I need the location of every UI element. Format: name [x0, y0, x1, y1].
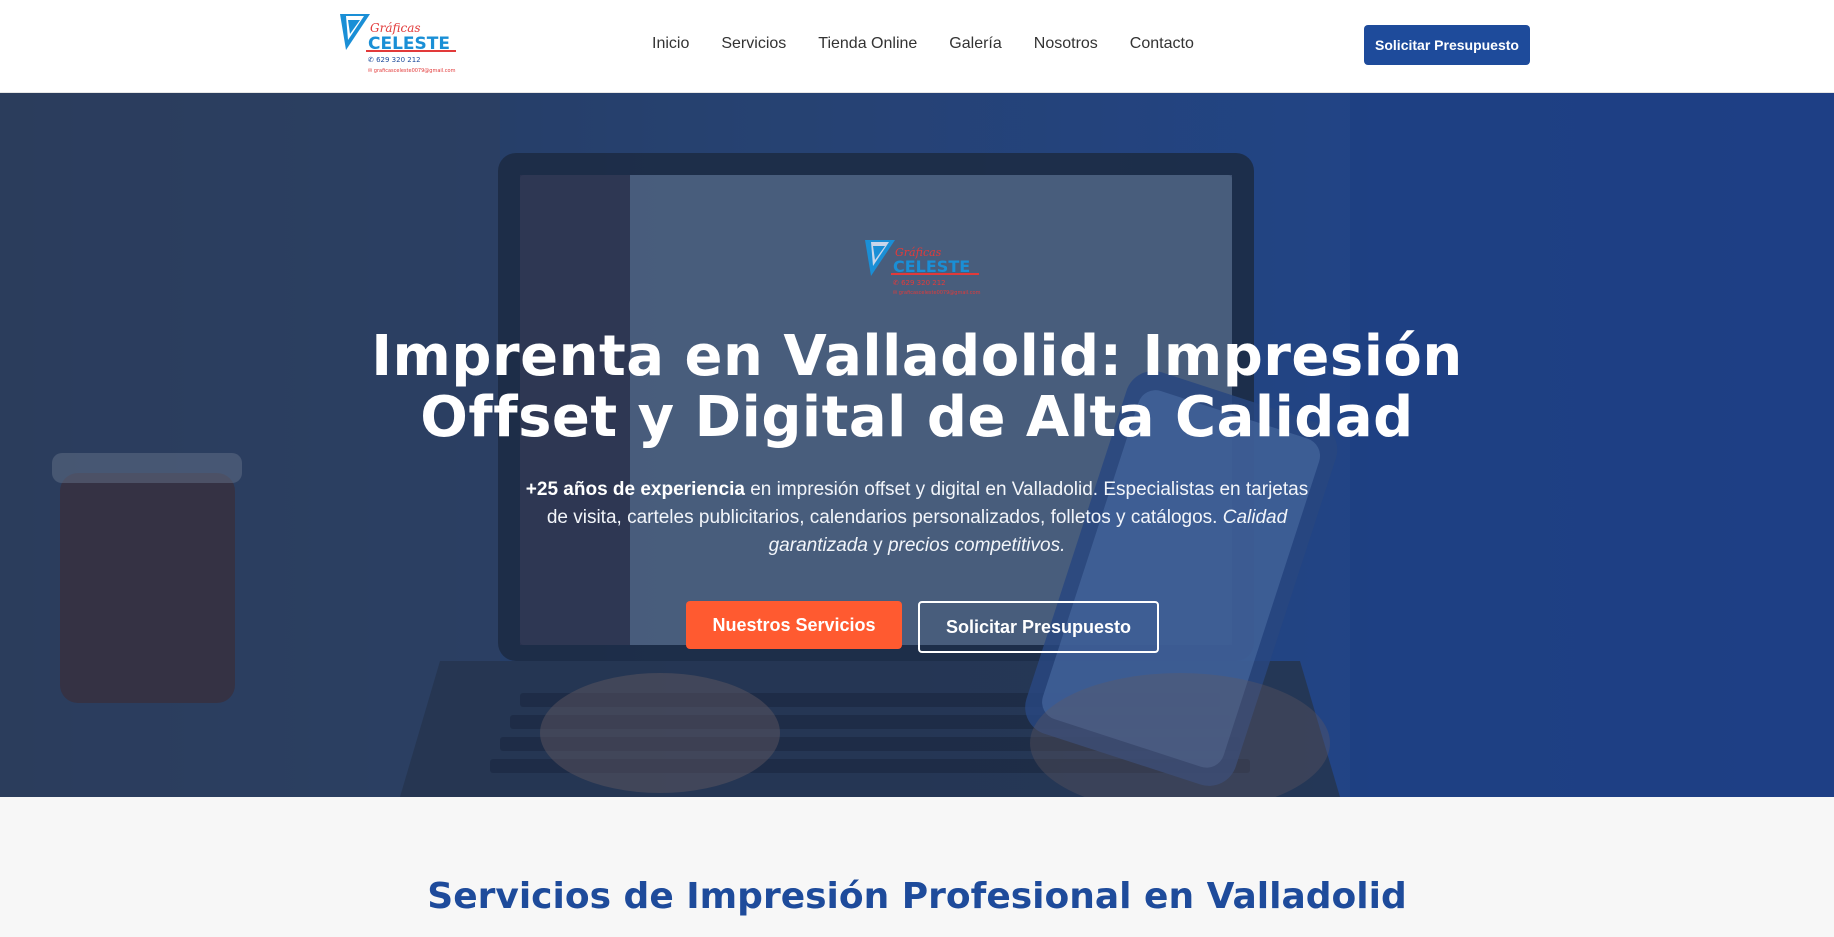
nav-galeria[interactable]: Galería: [949, 32, 1001, 56]
hero-sub-join: y: [867, 535, 888, 556]
services-section: Servicios de Impresión Profesional en Va…: [0, 797, 1834, 937]
nav-inicio[interactable]: Inicio: [652, 32, 689, 56]
main-nav: Inicio Servicios Tienda Online Galería N…: [652, 32, 1226, 56]
svg-text:✉ graficasceleste0079@gmail.co: ✉ graficasceleste0079@gmail.com: [893, 290, 981, 296]
header-quote-button[interactable]: Solicitar Presupuesto: [1364, 25, 1530, 65]
svg-text:✉ graficasceleste0079@gmail.co: ✉ graficasceleste0079@gmail.com: [368, 68, 456, 74]
hero-sub-bold: +25 años de experiencia: [525, 479, 745, 500]
nav-contacto[interactable]: Contacto: [1130, 32, 1194, 56]
site-header: Gráficas CELESTE ✆ 629 320 212 ✉ grafica…: [0, 0, 1834, 93]
svg-text:✆ 629 320 212: ✆ 629 320 212: [893, 279, 946, 287]
hero-sub-italic-2: precios competitivos.: [887, 535, 1066, 556]
services-title: Servicios de Impresión Profesional en Va…: [427, 876, 1407, 917]
hero-section: Gráficas CELESTE ✆ 629 320 212 ✉ grafica…: [0, 93, 1834, 797]
nav-nosotros[interactable]: Nosotros: [1034, 32, 1098, 56]
services-button[interactable]: Nuestros Servicios: [686, 601, 902, 649]
svg-text:✆ 629 320 212: ✆ 629 320 212: [368, 56, 421, 64]
svg-text:Gráficas: Gráficas: [370, 21, 421, 35]
nav-tienda-online[interactable]: Tienda Online: [818, 32, 917, 56]
quote-button[interactable]: Solicitar Presupuesto: [918, 601, 1159, 653]
brand-logo[interactable]: Gráficas CELESTE ✆ 629 320 212 ✉ grafica…: [338, 10, 460, 78]
hero-subtitle: +25 años de experiencia en impresión off…: [517, 476, 1317, 560]
hero-logo: Gráficas CELESTE ✆ 629 320 212 ✉ grafica…: [863, 236, 983, 300]
hero-title: Imprenta en Valladolid: Impresión Offset…: [371, 324, 1463, 450]
nav-servicios[interactable]: Servicios: [721, 32, 786, 56]
